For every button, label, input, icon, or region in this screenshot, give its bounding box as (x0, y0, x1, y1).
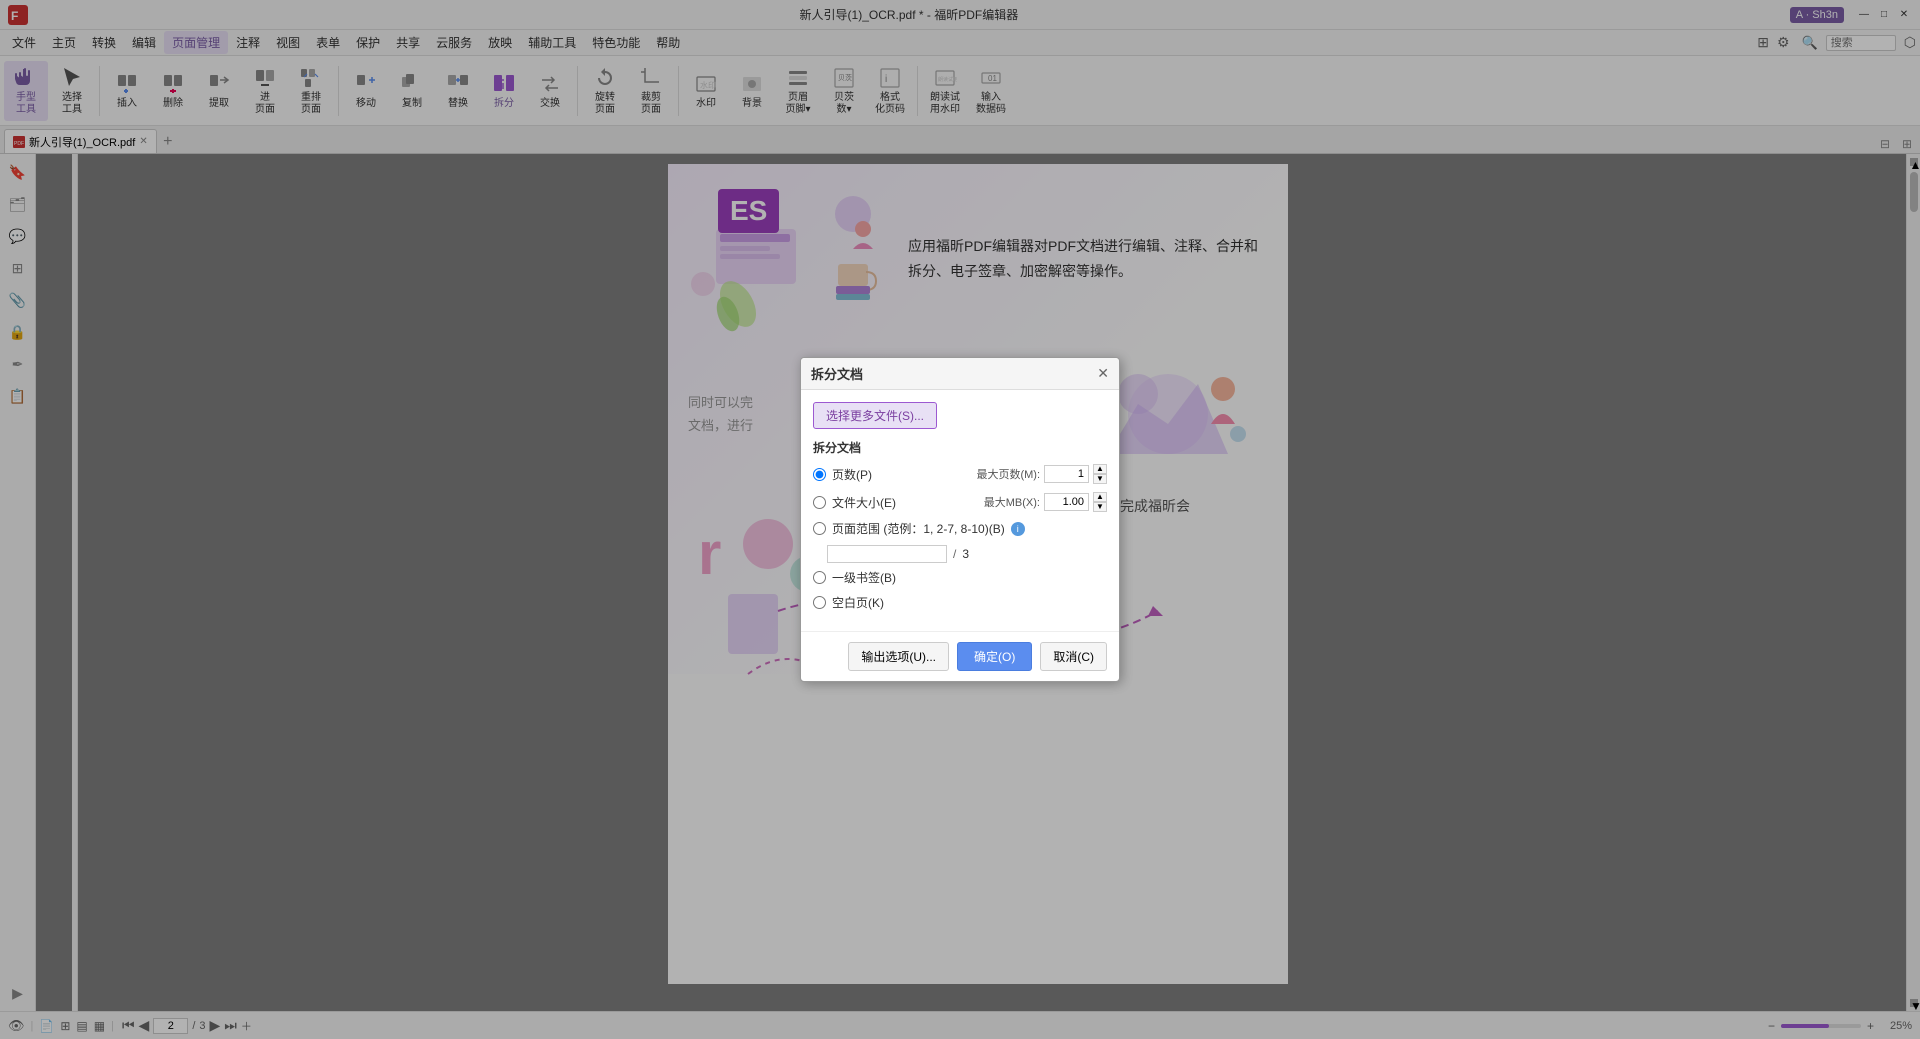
max-mb-down[interactable]: ▼ (1093, 502, 1107, 512)
max-pages-label: 最大页数(M): (976, 466, 1040, 482)
dialog-section-label: 拆分文档 (813, 439, 1107, 456)
max-pages-up[interactable]: ▲ (1093, 464, 1107, 474)
max-pages-control: 最大页数(M): ▲ ▼ (976, 464, 1107, 484)
option-pages-row: 页数(P) 最大页数(M): ▲ ▼ (813, 464, 1107, 484)
option-pagerange-radio[interactable] (813, 522, 826, 535)
page-range-input-row: / 3 (827, 545, 1107, 563)
dialog-close-btn[interactable]: ✕ (1097, 365, 1109, 382)
option-toplevel-radio[interactable] (813, 571, 826, 584)
total-pages-display: 3 (962, 547, 969, 561)
option-pages-radio[interactable] (813, 468, 826, 481)
option-filesize-row: 文件大小(E) 最大MB(X): ▲ ▼ (813, 492, 1107, 512)
option-pages-label[interactable]: 页数(P) (832, 466, 872, 483)
max-mb-control: 最大MB(X): ▲ ▼ (984, 492, 1107, 512)
max-mb-spinner: ▲ ▼ (1093, 492, 1107, 512)
dialog-footer: 输出选项(U)... 确定(O) 取消(C) (801, 631, 1119, 681)
option-toplevel-row: 一级书签(B) (813, 569, 1107, 586)
option-blank-label[interactable]: 空白页(K) (832, 594, 884, 611)
max-pages-spinner: ▲ ▼ (1093, 464, 1107, 484)
option-pagerange-radio-row: 页面范围 (范例：1, 2-7, 8-10)(B) i (813, 520, 1107, 537)
max-pages-input[interactable] (1044, 465, 1089, 483)
option-pagerange-label[interactable]: 页面范围 (范例：1, 2-7, 8-10)(B) (832, 520, 1005, 537)
dialog-body: 选择更多文件(S)... 拆分文档 页数(P) 最大页数(M): ▲ ▼ (801, 390, 1119, 631)
max-mb-input[interactable] (1044, 493, 1089, 511)
option-filesize-label[interactable]: 文件大小(E) (832, 494, 896, 511)
select-files-btn[interactable]: 选择更多文件(S)... (813, 402, 937, 429)
option-filesize-radio[interactable] (813, 496, 826, 509)
modal-overlay: 拆分文档 ✕ 选择更多文件(S)... 拆分文档 页数(P) 最大页数(M): … (0, 0, 1920, 1039)
max-mb-up[interactable]: ▲ (1093, 492, 1107, 502)
cancel-btn[interactable]: 取消(C) (1040, 642, 1107, 671)
output-options-btn[interactable]: 输出选项(U)... (848, 642, 949, 671)
dialog-title: 拆分文档 (811, 364, 863, 383)
split-dialog: 拆分文档 ✕ 选择更多文件(S)... 拆分文档 页数(P) 最大页数(M): … (800, 357, 1120, 682)
ok-btn[interactable]: 确定(O) (957, 642, 1032, 671)
option-toplevel-label[interactable]: 一级书签(B) (832, 569, 896, 586)
page-range-input[interactable] (827, 545, 947, 563)
pagerange-info-icon[interactable]: i (1011, 522, 1025, 536)
dialog-titlebar: 拆分文档 ✕ (801, 358, 1119, 390)
option-pagerange-row: 页面范围 (范例：1, 2-7, 8-10)(B) i / 3 (813, 520, 1107, 563)
slash-sep: / (953, 547, 956, 561)
max-mb-label: 最大MB(X): (984, 494, 1040, 510)
option-blank-row: 空白页(K) (813, 594, 1107, 611)
max-pages-down[interactable]: ▼ (1093, 474, 1107, 484)
option-blank-radio[interactable] (813, 596, 826, 609)
